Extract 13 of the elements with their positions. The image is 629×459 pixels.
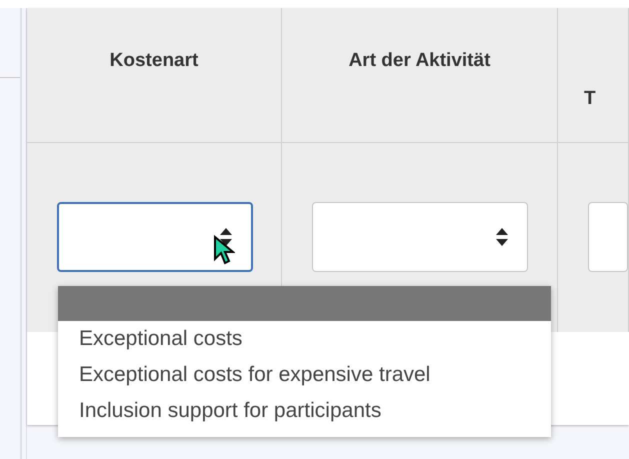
sort-arrows-icon bbox=[219, 227, 233, 247]
cursor-icon bbox=[213, 235, 235, 265]
column-heading: T bbox=[584, 88, 596, 110]
column-heading: Art der Aktivität bbox=[348, 50, 490, 72]
sort-arrows-icon bbox=[495, 227, 509, 247]
dropdown-option[interactable]: Exceptional costs for expensive travel bbox=[58, 357, 551, 393]
dropdown-option[interactable]: Exceptional costs bbox=[58, 321, 551, 357]
column-heading: Kostenart bbox=[110, 50, 198, 72]
select-field[interactable] bbox=[57, 202, 253, 272]
select-field[interactable] bbox=[312, 202, 528, 272]
dropdown-option[interactable]: Inclusion support for participants bbox=[58, 393, 551, 429]
select-field[interactable] bbox=[588, 202, 628, 272]
dropdown-option[interactable] bbox=[58, 286, 551, 321]
